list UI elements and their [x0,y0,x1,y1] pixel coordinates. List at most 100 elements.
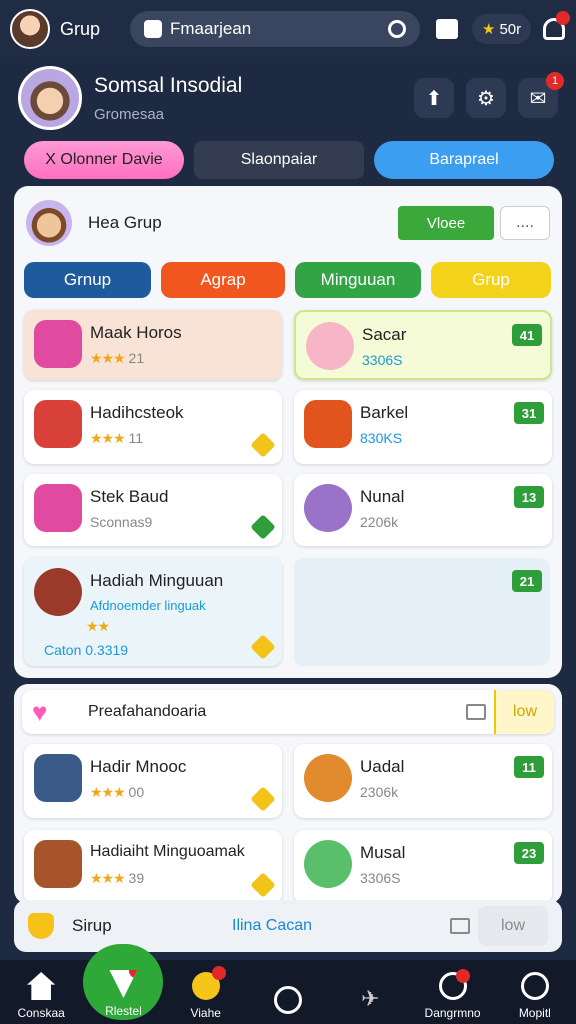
list-item[interactable]: Maak Horos ★★★ 21 [24,310,282,380]
chip-4[interactable]: Grup [431,262,551,298]
weekly-title: Hadiah Minguuan [90,571,224,590]
list-item[interactable]: Hadiaiht Minguoamak ★★★ 39 [24,830,282,904]
list-item[interactable]: Nunal 2206k 13 [294,474,552,546]
section-label: Preafahandoaria [88,703,207,720]
nav-search[interactable] [248,986,328,1020]
coin-icon [191,966,226,1000]
play-icon [109,970,138,998]
avatar[interactable] [10,9,50,49]
filter-chips: Grnup Agrap Minguuan Grup [24,262,554,298]
nav-active[interactable]: Rlestel [83,944,164,1020]
low-button[interactable]: low [494,690,554,734]
top-bar: Grup Fmaarjean ★ 50r [0,0,576,58]
list-item[interactable]: Musal 3306S 23 [294,830,552,904]
mail-badge: 1 [546,72,564,90]
nav-label: Dangrmno [424,1006,481,1020]
page-title: Grup [60,18,101,39]
list-item[interactable]: Uadal 2306k 11 [294,744,552,818]
item-title: Nunal [360,487,405,506]
lock-icon [144,20,162,38]
tag-icon [250,872,276,898]
character-icon [304,840,352,888]
star-icon: ★ [482,21,496,38]
tab-bar: X Olonner Davie Slaonpaiar Baraprael [24,141,554,179]
weekly-badge: 21 [512,570,542,592]
search-icon[interactable] [388,20,406,38]
character-icon [304,484,352,532]
status-link[interactable]: Ilina Cacan [232,917,450,935]
list-item[interactable]: Hadir Mnooc ★★★ 00 [24,744,282,818]
home-icon [27,972,56,1000]
status-bar: Sirup Ilina Cacan low [14,900,562,952]
item-title: Musal [360,843,406,862]
item-title: Hadiaiht Minguoamak [90,843,245,860]
profile-header: Somsal Insodial Gromesaa ⬆ ⚙ ✉ 1 [0,58,576,138]
heart-icon: ♥ [32,696,48,727]
item-value: 21 [128,350,145,366]
weekly-reward-card[interactable]: Hadiah Minguuan Afdnoemder linguak ★★ Ca… [24,558,282,666]
flag-icon[interactable] [466,704,486,720]
list-item[interactable]: Sacar 3306S 41 [294,310,552,380]
profile-avatar[interactable] [18,66,82,130]
search-input[interactable]: Fmaarjean [130,11,420,47]
share-button[interactable]: ⬆ [414,78,454,118]
chest-icon [34,754,82,802]
item-value: Sconnas9 [90,514,153,530]
list-item[interactable]: Barkel 830KS 31 [294,390,552,464]
item-sub: ★★★ 21 [90,350,144,367]
chest-icon [34,400,82,448]
item-value: 830KS [360,430,403,446]
stars: ★★★ [90,784,126,800]
item-title: Sacar [362,325,407,344]
item-badge: 23 [514,842,544,864]
chip-2[interactable]: Agrap [161,262,285,298]
item-sub: ★★★ 00 [90,784,144,801]
item-title: Hadihcsteok [90,403,184,422]
nav-flight[interactable]: ✈ [330,986,410,1020]
nav-label: Mopitl [518,1006,551,1020]
nav-map[interactable]: Mopitl [495,972,575,1020]
folder-icon[interactable] [436,19,458,39]
item-value: 3306S [360,870,401,886]
chip-1[interactable]: Grnup [24,262,151,298]
chip-3[interactable]: Minguuan [295,262,421,298]
nav-rewards[interactable]: Viahe [166,966,246,1020]
more-button[interactable]: .... [500,206,550,240]
item-title: Barkel [360,403,409,422]
chest-icon [34,484,82,532]
profile-subtitle: Gromesaa [94,105,165,123]
profile-name: Somsal Insodial [94,73,243,97]
section-header: ♥ Preafahandoaria low [22,690,554,734]
item-title: Maak Horos [90,323,182,342]
weekly-subtitle: Afdnoemder linguak [90,598,206,613]
settings-button[interactable]: ⚙ [466,78,506,118]
stars: ★★★ [90,870,126,886]
tab-2[interactable]: Slaonpaiar [194,141,364,179]
nav-home[interactable]: Conskaa [1,972,81,1020]
tab-3[interactable]: Baraprael [374,141,554,179]
flag-icon[interactable] [450,918,470,934]
coin-counter[interactable]: ★ 50r [472,14,532,44]
vote-button[interactable]: Vloee [398,206,494,240]
weekly-reward-right: 21 [294,558,550,666]
list-item[interactable]: Stek Baud Sconnas9 [24,474,282,546]
shield-icon [28,913,54,939]
character-icon [304,754,352,802]
list-item[interactable]: Hadihcsteok ★★★ 11 [24,390,282,464]
bottom-nav: Conskaa Rlestel Viahe ✈ Dangrmno Mopitl [0,944,576,1024]
gear-icon [438,969,470,1000]
tab-1[interactable]: X Olonner Davie [24,141,184,179]
low-button-2[interactable]: low [478,906,548,946]
plane-icon: ✈ [361,986,380,1011]
item-title: Hadir Mnooc [90,757,187,776]
mail-button[interactable]: ✉ 1 [518,72,564,118]
chest-icon [34,320,82,368]
item-sub: ★★★ 39 [90,870,144,887]
nav-settings[interactable]: Dangrmno [413,969,493,1020]
tag-icon [250,432,276,458]
panel-title: Hea Grup [88,213,162,232]
bell-icon[interactable] [543,11,571,40]
item-value: 2306k [360,784,399,800]
group-panel: Hea Grup Vloee .... Grnup Agrap Minguuan… [14,186,562,678]
item-title: Uadal [360,757,405,776]
